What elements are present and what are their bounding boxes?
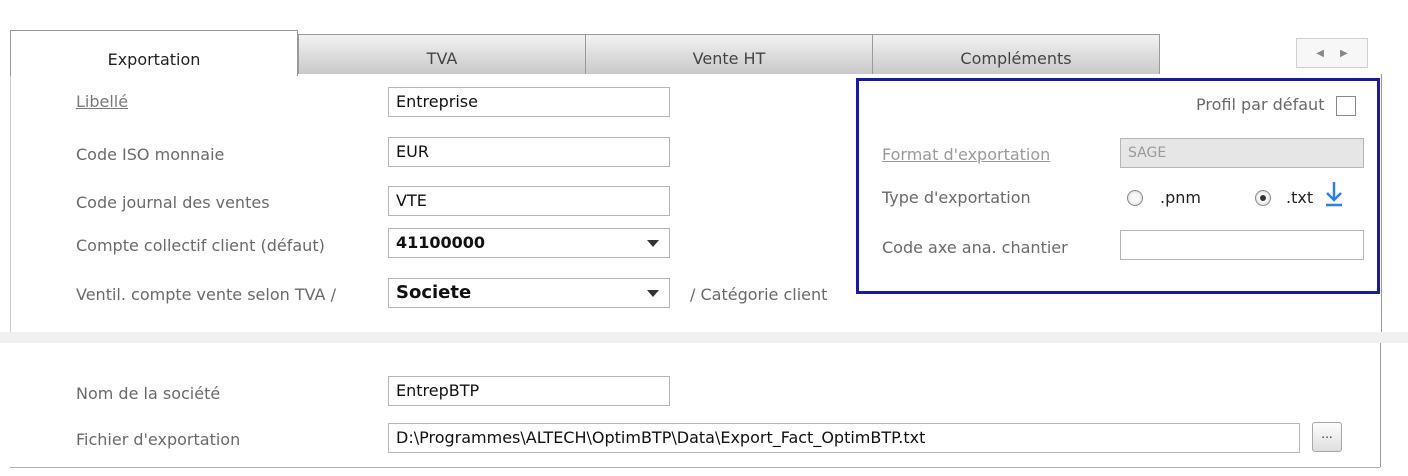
tab-complements[interactable]: Compléments <box>872 34 1160 74</box>
fichier-export-label: Fichier d'exportation <box>76 430 241 449</box>
code-journal-input[interactable]: VTE <box>388 186 670 216</box>
type-export-label: Type d'exportation <box>882 188 1031 207</box>
chevron-down-icon <box>647 290 659 297</box>
code-axe-label: Code axe ana. chantier <box>882 238 1068 257</box>
download-arrow-icon[interactable] <box>1324 180 1344 208</box>
tab-label: Exportation <box>107 50 201 69</box>
panel-bottom-border <box>10 467 1380 468</box>
categorie-client-label: / Catégorie client <box>690 285 828 304</box>
code-journal-label: Code journal des ventes <box>76 193 270 212</box>
tab-tva[interactable]: TVA <box>298 34 586 74</box>
nom-societe-label: Nom de la société <box>76 384 221 403</box>
type-pnm-label: .pnm <box>1160 188 1201 207</box>
chevron-left-icon[interactable]: ◀ <box>1316 48 1324 59</box>
chevron-down-icon <box>647 240 659 247</box>
tab-label: Compléments <box>960 49 1072 68</box>
ventil-label: Ventil. compte vente selon TVA / <box>76 285 336 304</box>
panel-separator <box>0 332 1408 343</box>
profil-defaut-label: Profil par défaut <box>1196 95 1325 114</box>
format-export-label[interactable]: Format d'exportation <box>882 145 1050 164</box>
ventil-select[interactable]: Societe <box>388 278 670 308</box>
type-pnm-radio[interactable] <box>1127 190 1143 206</box>
tab-label: Vente HT <box>692 49 766 68</box>
libelle-input[interactable]: Entreprise <box>388 87 670 117</box>
tab-exportation[interactable]: Exportation <box>10 30 298 76</box>
compte-collectif-label: Compte collectif client (défaut) <box>76 236 325 255</box>
browse-button[interactable]: ... <box>1312 422 1342 452</box>
tab-vente-ht[interactable]: Vente HT <box>585 34 873 74</box>
nom-societe-input[interactable]: EntrepBTP <box>388 376 670 406</box>
tab-label: TVA <box>426 49 458 68</box>
libelle-label[interactable]: Libellé <box>76 92 128 111</box>
compte-collectif-select[interactable]: 41100000 <box>388 228 670 258</box>
type-txt-label: .txt <box>1286 188 1314 207</box>
chevron-right-icon[interactable]: ▶ <box>1340 48 1348 59</box>
code-iso-input[interactable]: EUR <box>388 137 670 167</box>
tab-scroll-buttons: ◀ ▶ <box>1296 38 1368 68</box>
fichier-export-input[interactable]: D:\Programmes\ALTECH\OptimBTP\Data\Expor… <box>388 423 1300 453</box>
profil-defaut-checkbox[interactable] <box>1336 96 1356 116</box>
format-export-input: SAGE <box>1120 138 1364 168</box>
type-txt-radio[interactable] <box>1255 190 1271 206</box>
ventil-value: Societe <box>396 282 472 303</box>
code-axe-input[interactable] <box>1120 230 1364 260</box>
compte-collectif-value: 41100000 <box>396 233 486 252</box>
code-iso-label: Code ISO monnaie <box>76 145 225 164</box>
